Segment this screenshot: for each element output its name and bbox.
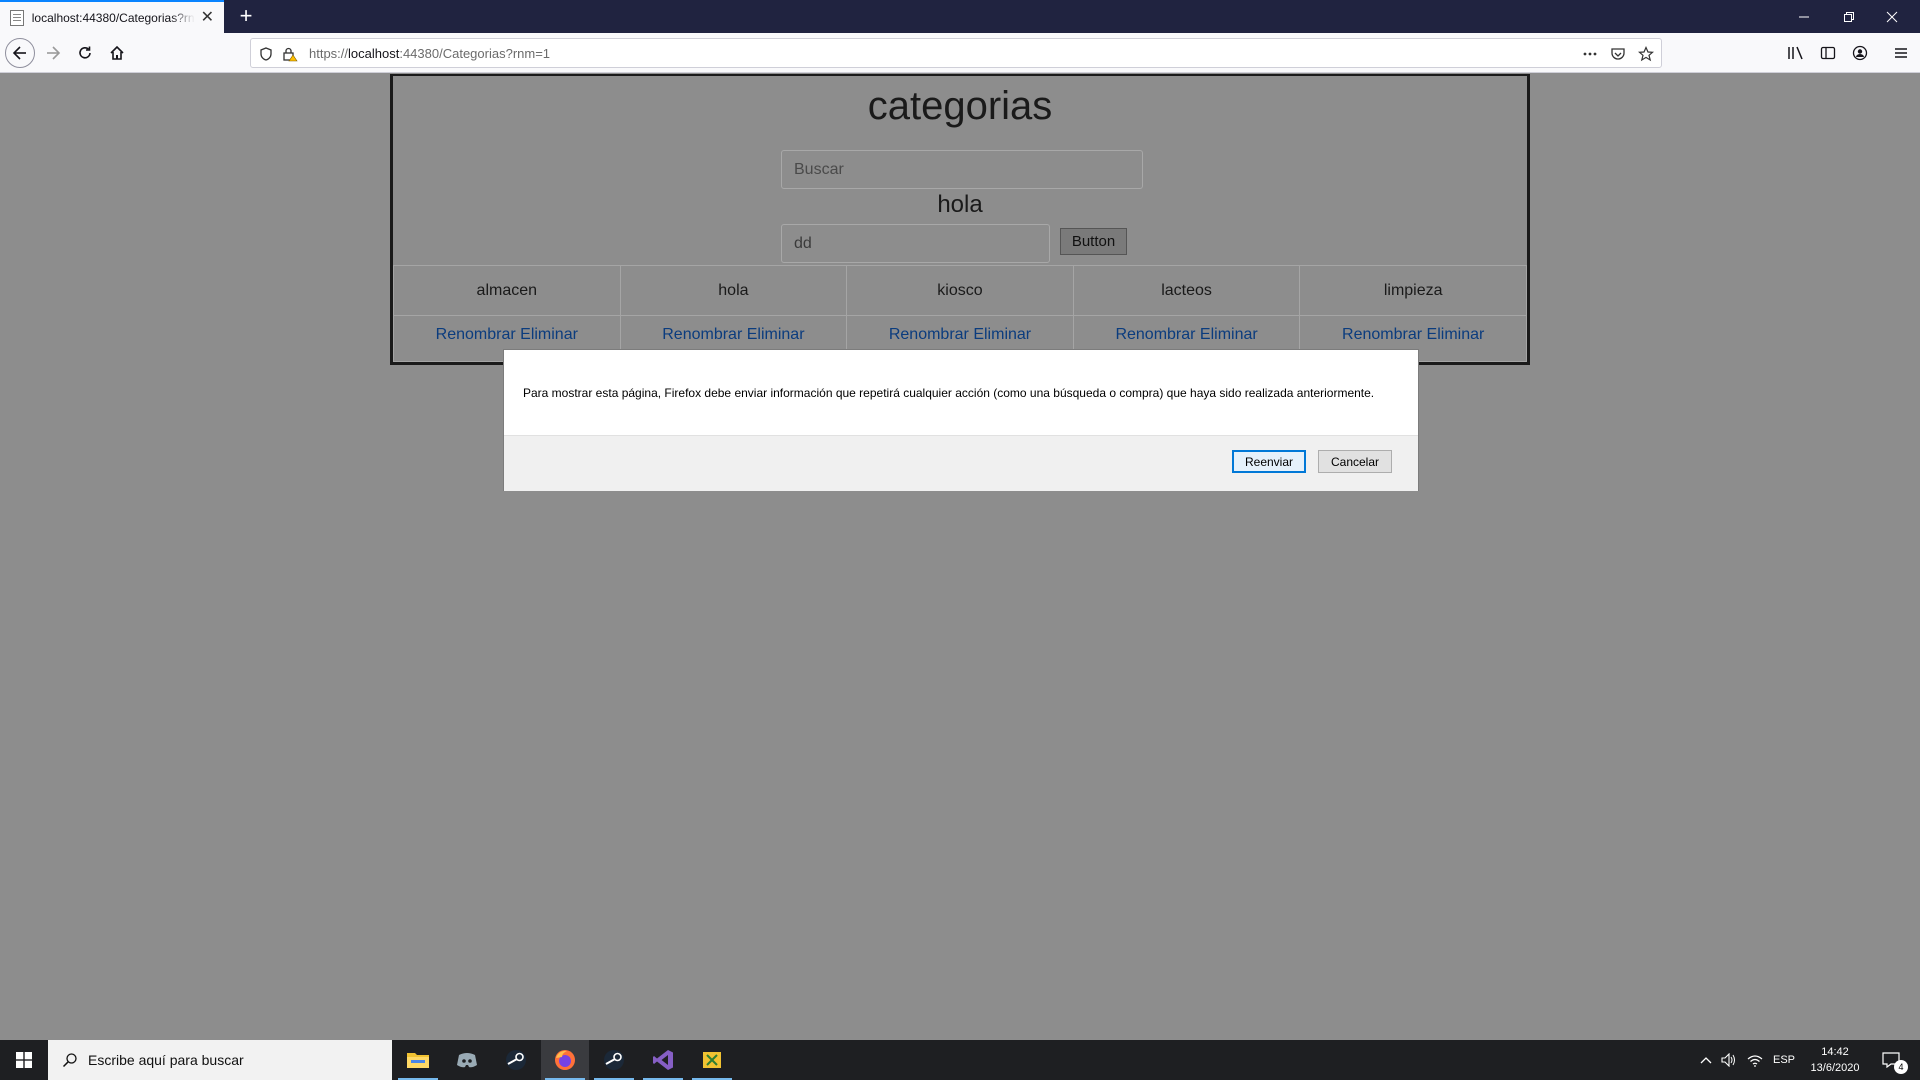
- browser-navbar: https://localhost:44380/Categorias?rnm=1: [0, 33, 1920, 73]
- page-content: categorias hola Button almacen hola kios…: [390, 74, 1530, 365]
- steam-icon: [604, 1050, 624, 1070]
- windows-logo-icon: [16, 1052, 32, 1068]
- library-button[interactable]: [1781, 38, 1811, 68]
- submit-button[interactable]: Button: [1060, 228, 1127, 255]
- delete-link[interactable]: Eliminar: [1200, 326, 1258, 343]
- start-button[interactable]: [0, 1040, 48, 1080]
- back-arrow-icon: [12, 46, 26, 60]
- close-icon: [1886, 11, 1898, 22]
- search-input[interactable]: [781, 150, 1143, 189]
- discord-icon: [457, 1053, 477, 1068]
- taskbar-clock[interactable]: 14:42 13/6/2020: [1800, 1044, 1870, 1076]
- table-row: almacen hola kiosco lacteos limpieza: [393, 265, 1527, 316]
- visual-studio-icon: [653, 1050, 673, 1070]
- bookmark-star-icon[interactable]: [1637, 45, 1655, 63]
- chevron-up-icon: [1700, 1057, 1712, 1064]
- action-center-button[interactable]: 4: [1874, 1040, 1908, 1080]
- forward-button[interactable]: [38, 38, 68, 68]
- rename-link[interactable]: Renombrar: [436, 326, 516, 343]
- rename-link[interactable]: Renombrar: [889, 326, 969, 343]
- volume-button[interactable]: [1718, 1040, 1740, 1080]
- lock-warning-icon[interactable]: [281, 45, 299, 63]
- clock-date: 13/6/2020: [1810, 1062, 1860, 1074]
- new-tab-button[interactable]: +: [232, 2, 260, 30]
- url-text: https://localhost:44380/Categorias?rnm=1: [309, 46, 550, 61]
- library-icon: [1788, 46, 1803, 60]
- taskbar-search-box[interactable]: Escribe aquí para buscar: [48, 1040, 392, 1080]
- minimize-icon: [1799, 16, 1809, 17]
- tab-title: localhost:44380/Categorias?rnm: [31, 10, 195, 25]
- url-path: :44380/Categorias?rnm=1: [399, 46, 551, 61]
- rename-link[interactable]: Renombrar: [662, 326, 742, 343]
- more-actions-icon[interactable]: [1581, 45, 1599, 63]
- speaker-icon: [1721, 1053, 1735, 1067]
- category-name: almacen: [393, 265, 621, 316]
- category-name: lacteos: [1072, 265, 1301, 316]
- firefox-icon: [555, 1050, 575, 1070]
- dialog-footer: Reenviar Cancelar: [504, 435, 1418, 491]
- category-name: kiosco: [846, 265, 1074, 316]
- home-button[interactable]: [102, 38, 132, 68]
- folder-icon: [407, 1053, 429, 1068]
- network-button[interactable]: [1744, 1040, 1766, 1080]
- snipping-tool-icon: [703, 1052, 721, 1068]
- reload-icon: [79, 46, 91, 59]
- url-bar[interactable]: https://localhost:44380/Categorias?rnm=1: [250, 38, 1662, 68]
- sidebar-icon: [1820, 46, 1836, 60]
- taskbar-search-placeholder: Escribe aquí para buscar: [88, 1052, 244, 1068]
- delete-link[interactable]: Eliminar: [520, 326, 578, 343]
- categories-table: almacen hola kiosco lacteos limpieza Ren…: [393, 265, 1527, 362]
- delete-link[interactable]: Eliminar: [747, 326, 805, 343]
- close-window-button[interactable]: [1864, 0, 1920, 33]
- url-host: localhost: [348, 46, 400, 61]
- taskbar-steam[interactable]: [492, 1040, 540, 1080]
- wifi-icon: [1747, 1055, 1763, 1067]
- pocket-icon[interactable]: [1609, 45, 1627, 63]
- dialog-message: Para mostrar esta página, Firefox debe e…: [523, 386, 1375, 400]
- steam-icon: [506, 1050, 526, 1070]
- menu-button[interactable]: [1886, 38, 1916, 68]
- hola-label: hola: [937, 191, 983, 218]
- delete-link[interactable]: Eliminar: [973, 326, 1031, 343]
- delete-link[interactable]: Eliminar: [1427, 326, 1485, 343]
- forward-arrow-icon: [47, 46, 61, 60]
- back-button[interactable]: [5, 38, 35, 68]
- taskbar-firefox[interactable]: [541, 1040, 589, 1080]
- resend-confirm-dialog: Para mostrar esta página, Firefox debe e…: [503, 349, 1419, 491]
- taskbar-file-explorer[interactable]: [394, 1040, 442, 1080]
- rename-link[interactable]: Renombrar: [1342, 326, 1422, 343]
- resend-button[interactable]: Reenviar: [1232, 450, 1306, 473]
- url-scheme: https://: [309, 46, 349, 61]
- shield-icon[interactable]: [257, 45, 275, 63]
- browser-tab-active[interactable]: localhost:44380/Categorias?rnm ✕: [0, 0, 224, 33]
- notification-count-badge: 4: [1894, 1060, 1908, 1074]
- restore-icon: [1844, 11, 1854, 22]
- taskbar-snipping-tool[interactable]: [688, 1040, 736, 1080]
- taskbar-visual-studio[interactable]: [639, 1040, 687, 1080]
- sidebar-button[interactable]: [1813, 38, 1843, 68]
- hamburger-menu-icon: [1895, 48, 1907, 58]
- windows-taskbar: Escribe aquí para buscar ESP 14:42 13/6/…: [0, 1040, 1920, 1080]
- language-indicator[interactable]: ESP: [1770, 1040, 1798, 1080]
- browser-titlebar: localhost:44380/Categorias?rnm ✕ +: [0, 0, 1920, 33]
- reload-button[interactable]: [70, 38, 100, 68]
- page-title: categorias: [867, 84, 1053, 128]
- account-button[interactable]: [1845, 38, 1875, 68]
- category-name: limpieza: [1299, 265, 1527, 316]
- show-hidden-icons-button[interactable]: [1696, 1040, 1716, 1080]
- taskbar-steam-2[interactable]: [590, 1040, 638, 1080]
- clock-time: 14:42: [1821, 1046, 1849, 1058]
- rename-link[interactable]: Renombrar: [1115, 326, 1195, 343]
- account-icon: [1852, 45, 1868, 61]
- text-input[interactable]: [781, 224, 1050, 263]
- category-name: hola: [619, 265, 848, 316]
- home-icon: [110, 45, 124, 60]
- search-icon: [62, 1053, 77, 1068]
- page-icon: [10, 9, 24, 26]
- close-tab-icon[interactable]: ✕: [201, 9, 214, 26]
- taskbar-discord[interactable]: [443, 1040, 491, 1080]
- cancel-button[interactable]: Cancelar: [1318, 450, 1392, 473]
